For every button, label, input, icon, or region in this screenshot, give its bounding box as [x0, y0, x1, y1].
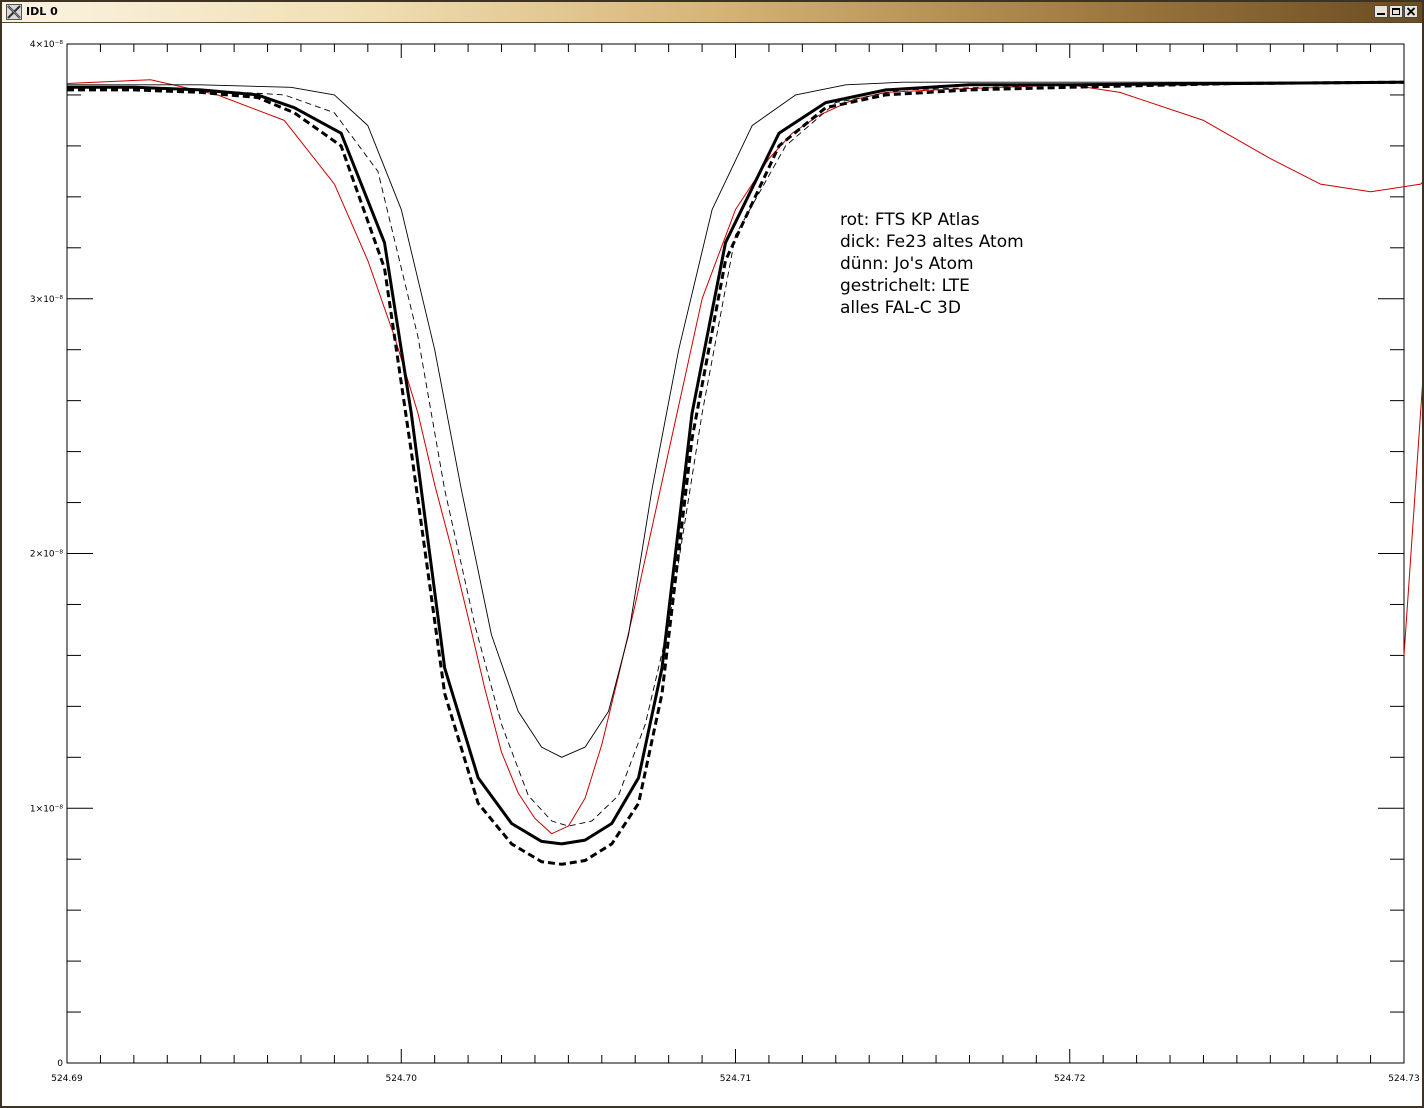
plot-area: 524.69 524.70 524.71 524.72 524.73 0 1×10⁻⁸ 2×1… [2, 23, 1422, 1106]
window-title: IDL 0 [26, 5, 58, 18]
x-logo-icon[interactable] [6, 4, 22, 20]
x-tick-label: 524.70 [386, 1074, 418, 1084]
series-group [66, 79, 1422, 866]
legend-line: gestrichelt: LTE [840, 276, 970, 296]
series-line-red-thin [66, 79, 1422, 835]
y-tick-label: 4×10⁻⁸ [30, 40, 63, 50]
axis-ticks: 524.69 524.70 524.71 524.72 524.73 0 1×10⁻⁸ 2×1… [30, 40, 1420, 1084]
y-tick-label: 1×10⁻⁸ [30, 804, 63, 814]
y-tick-label: 3×10⁻⁸ [30, 295, 63, 305]
close-button[interactable] [1404, 5, 1418, 18]
y-tick-label: 2×10⁻⁸ [30, 550, 63, 560]
minimize-icon [1377, 13, 1385, 15]
line-chart: 524.69 524.70 524.71 524.72 524.73 0 1×10⁻⁸ 2×1… [30, 40, 1422, 1084]
close-icon [1406, 7, 1416, 16]
maximize-icon [1392, 8, 1400, 15]
minimize-button[interactable] [1374, 5, 1388, 18]
idl-window: IDL 0 524.69 524.70 524.71 524.72 524.73 0 1×1… [0, 0, 1424, 1108]
x-tick-label: 524.73 [1388, 1074, 1420, 1084]
series-line-black-thick-dashed [67, 80, 1405, 866]
plot-frame [66, 43, 1405, 1064]
title-bar[interactable]: IDL 0 [2, 2, 1422, 23]
series-line-black-thick [67, 80, 1405, 846]
legend-line: alles FAL-C 3D [840, 298, 961, 318]
x-tick-label: 524.69 [51, 1074, 83, 1084]
legend-line: dünn: Jo's Atom [840, 254, 974, 274]
legend-text: rot: FTS KP Atlasdick: Fe23 altes Atomdü… [840, 210, 1024, 318]
x-tick-label: 524.72 [1054, 1074, 1086, 1084]
x-tick-label: 524.71 [720, 1074, 752, 1084]
maximize-button[interactable] [1389, 5, 1403, 18]
y-tick-label: 0 [57, 1059, 63, 1069]
legend-line: dick: Fe23 altes Atom [840, 232, 1024, 252]
series-line-black-thin-dashed [67, 81, 1405, 827]
series-line-black-thin [67, 81, 1404, 758]
legend-line: rot: FTS KP Atlas [840, 210, 980, 230]
